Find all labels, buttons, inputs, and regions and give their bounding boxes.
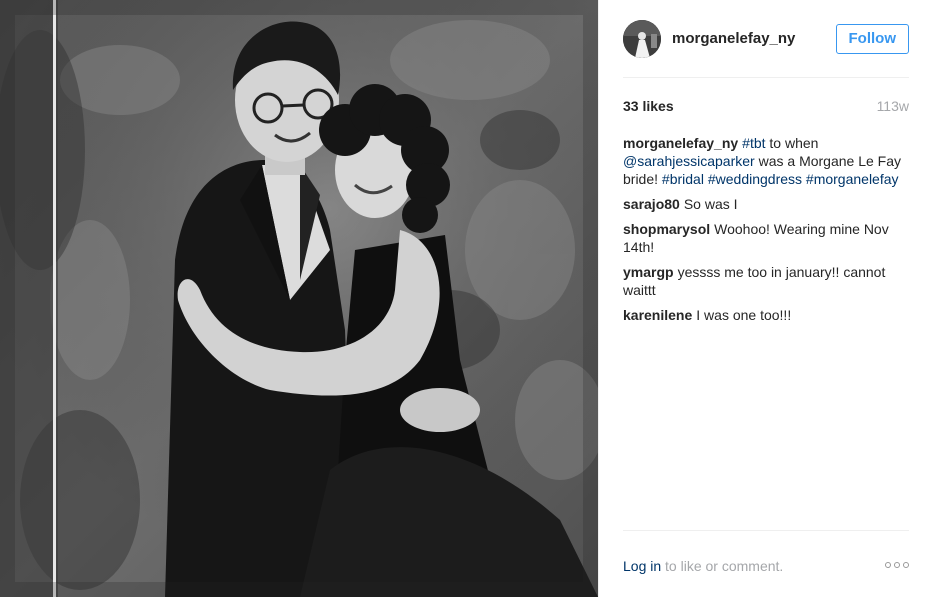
post-header: morganelefay_ny Follow	[623, 0, 909, 78]
login-prompt-text: to like or comment.	[661, 557, 784, 574]
comments-list: morganelefay_ny #tbt to when @sarahjessic…	[623, 134, 909, 324]
user-avatar-icon[interactable]	[623, 19, 661, 58]
comment-author[interactable]: sarajo80	[623, 196, 680, 212]
login-link[interactable]: Log in	[623, 558, 661, 574]
caption: morganelefay_ny #tbt to when @sarahjessic…	[623, 134, 909, 188]
post-container: morganelefay_ny Follow 33 likes 113w mor…	[0, 0, 932, 597]
post-photo[interactable]	[0, 0, 598, 597]
dot-icon	[903, 561, 909, 568]
more-options-icon[interactable]	[885, 558, 909, 572]
caption-text-segment: to when	[765, 135, 819, 151]
dot-icon	[885, 561, 891, 568]
login-prompt: Log in to like or comment.	[623, 558, 783, 574]
post-footer: Log in to like or comment.	[623, 530, 909, 598]
post-age[interactable]: 113w	[877, 98, 909, 114]
hashtag-link[interactable]: #bridal	[662, 171, 704, 187]
comment-item: sarajo80 So was I	[623, 195, 909, 213]
comment-author[interactable]: shopmarysol	[623, 221, 710, 237]
dot-icon	[894, 561, 900, 568]
likes-count[interactable]: 33 likes	[623, 98, 674, 114]
mention-link[interactable]: @sarahjessicaparker	[623, 153, 755, 169]
post-meta: 33 likes 113w	[623, 98, 909, 114]
wedding-couple-photo	[0, 0, 598, 597]
follow-button[interactable]: Follow	[835, 23, 909, 54]
post-author-username[interactable]: morganelefay_ny	[672, 30, 795, 47]
post-details-panel: morganelefay_ny Follow 33 likes 113w mor…	[598, 0, 932, 597]
comment-text: So was I	[683, 196, 738, 212]
hashtag-link[interactable]: #tbt	[742, 135, 765, 151]
hashtag-link[interactable]: #morganelefay	[806, 171, 899, 187]
comment-item: shopmarysol Woohoo! Wearing mine Nov 14th…	[623, 220, 909, 256]
hashtag-link[interactable]: #weddingdress	[708, 171, 802, 187]
comment-text: I was one too!!!	[696, 307, 792, 323]
comment-item: karenilene I was one too!!!	[623, 306, 909, 324]
comment-author[interactable]: ymargp	[623, 264, 674, 280]
comment-author[interactable]: karenilene	[623, 307, 692, 323]
caption-author[interactable]: morganelefay_ny	[623, 135, 738, 151]
comment-item: ymargp yessss me too in january!! cannot …	[623, 263, 909, 299]
